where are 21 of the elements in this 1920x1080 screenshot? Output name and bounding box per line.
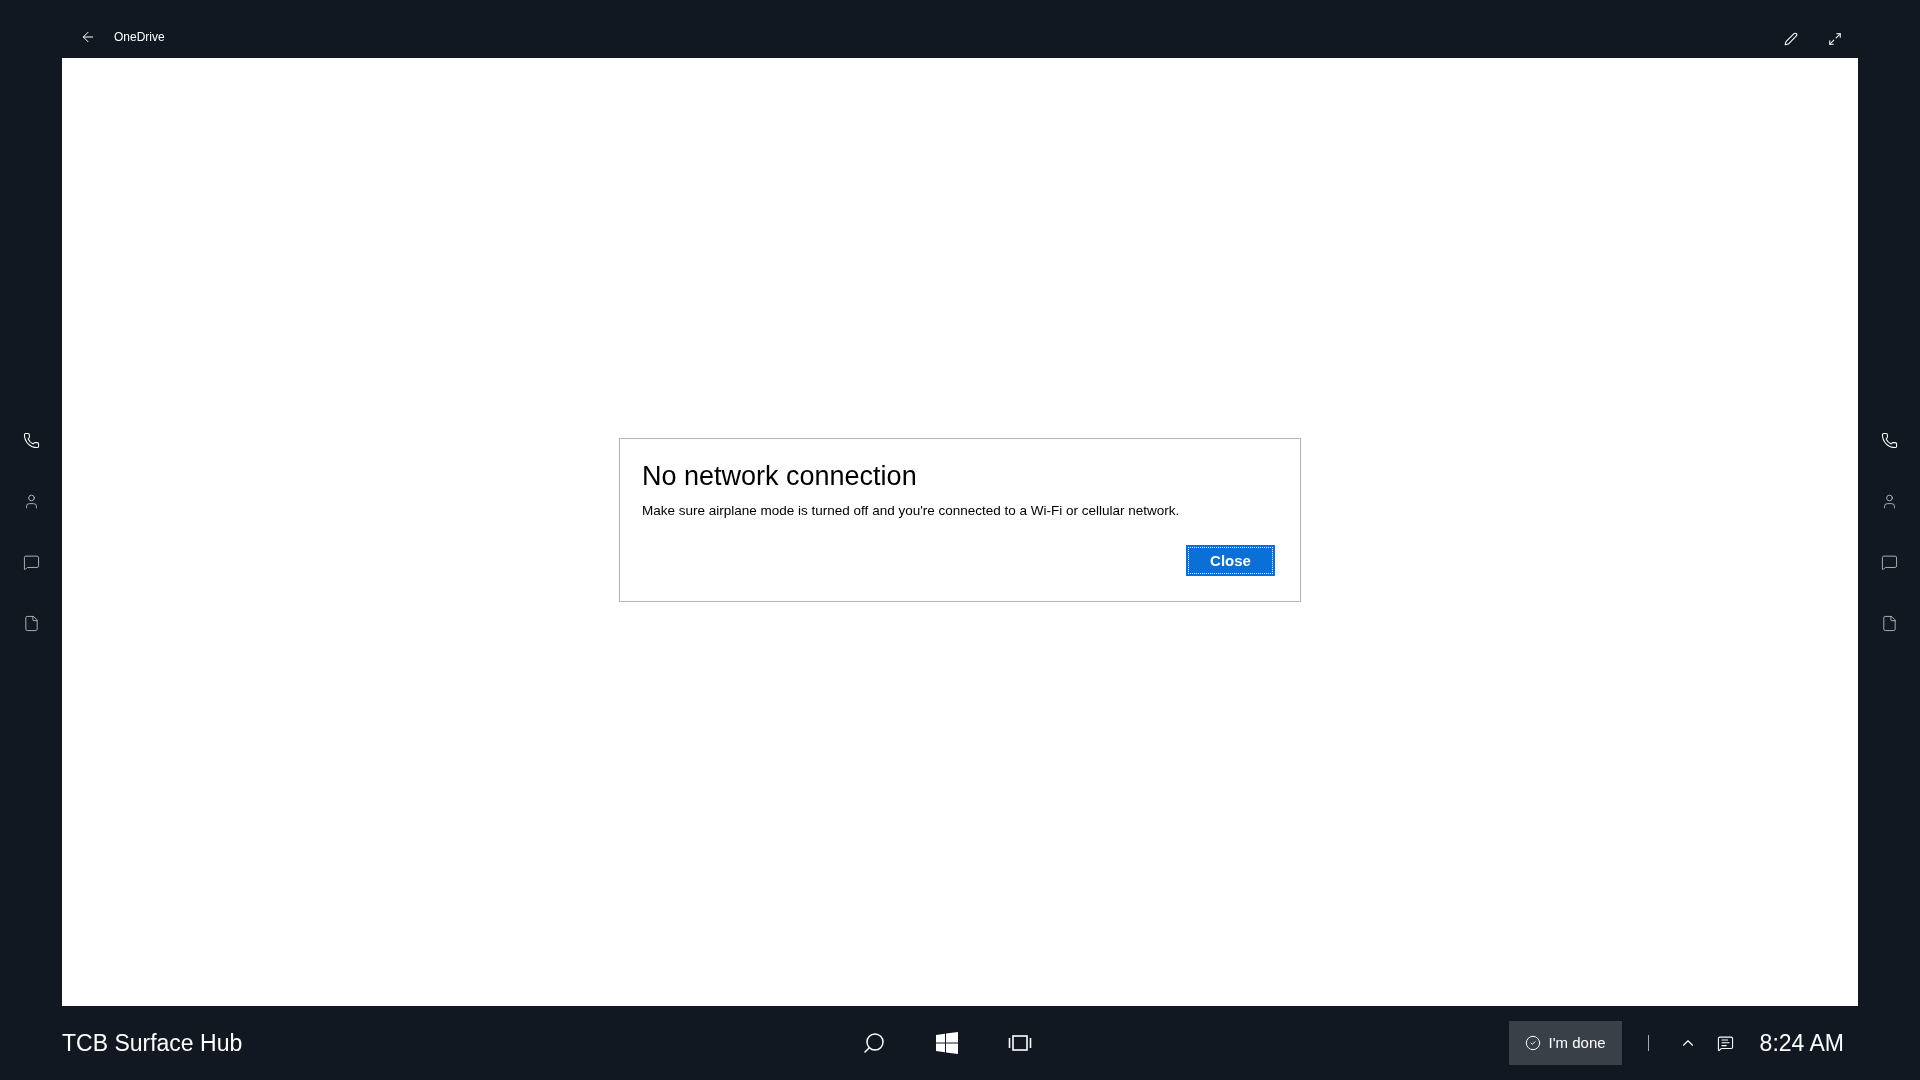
dialog-title: No network connection — [642, 460, 918, 493]
document-icon[interactable] — [1880, 615, 1898, 632]
search-icon[interactable] — [862, 1031, 886, 1055]
phone-icon[interactable] — [22, 432, 40, 449]
dialog-message: Make sure airplane mode is turned off and you're connected to a Wi-Fi or cellular network. — [642, 502, 1181, 520]
windows-logo-icon[interactable] — [936, 1032, 958, 1054]
pen-icon[interactable] — [1784, 32, 1798, 46]
phone-icon[interactable] — [1880, 432, 1898, 449]
document-icon[interactable] — [22, 615, 40, 632]
close-button[interactable]: Close — [1186, 545, 1275, 577]
im-done-button[interactable]: I'm done — [1508, 1021, 1622, 1065]
back-icon[interactable] — [80, 29, 96, 45]
check-icon — [1524, 1035, 1541, 1051]
device-name: TCB Surface Hub — [62, 1028, 244, 1058]
task-view-icon[interactable] — [1008, 1034, 1032, 1052]
notification-icon[interactable] — [1716, 1034, 1734, 1052]
expand-icon[interactable] — [1828, 32, 1842, 46]
clock-time: 8:24 AM — [1759, 1028, 1844, 1058]
chat-icon[interactable] — [22, 554, 40, 571]
chat-icon[interactable] — [1880, 554, 1898, 571]
app-title: OneDrive — [114, 29, 165, 46]
